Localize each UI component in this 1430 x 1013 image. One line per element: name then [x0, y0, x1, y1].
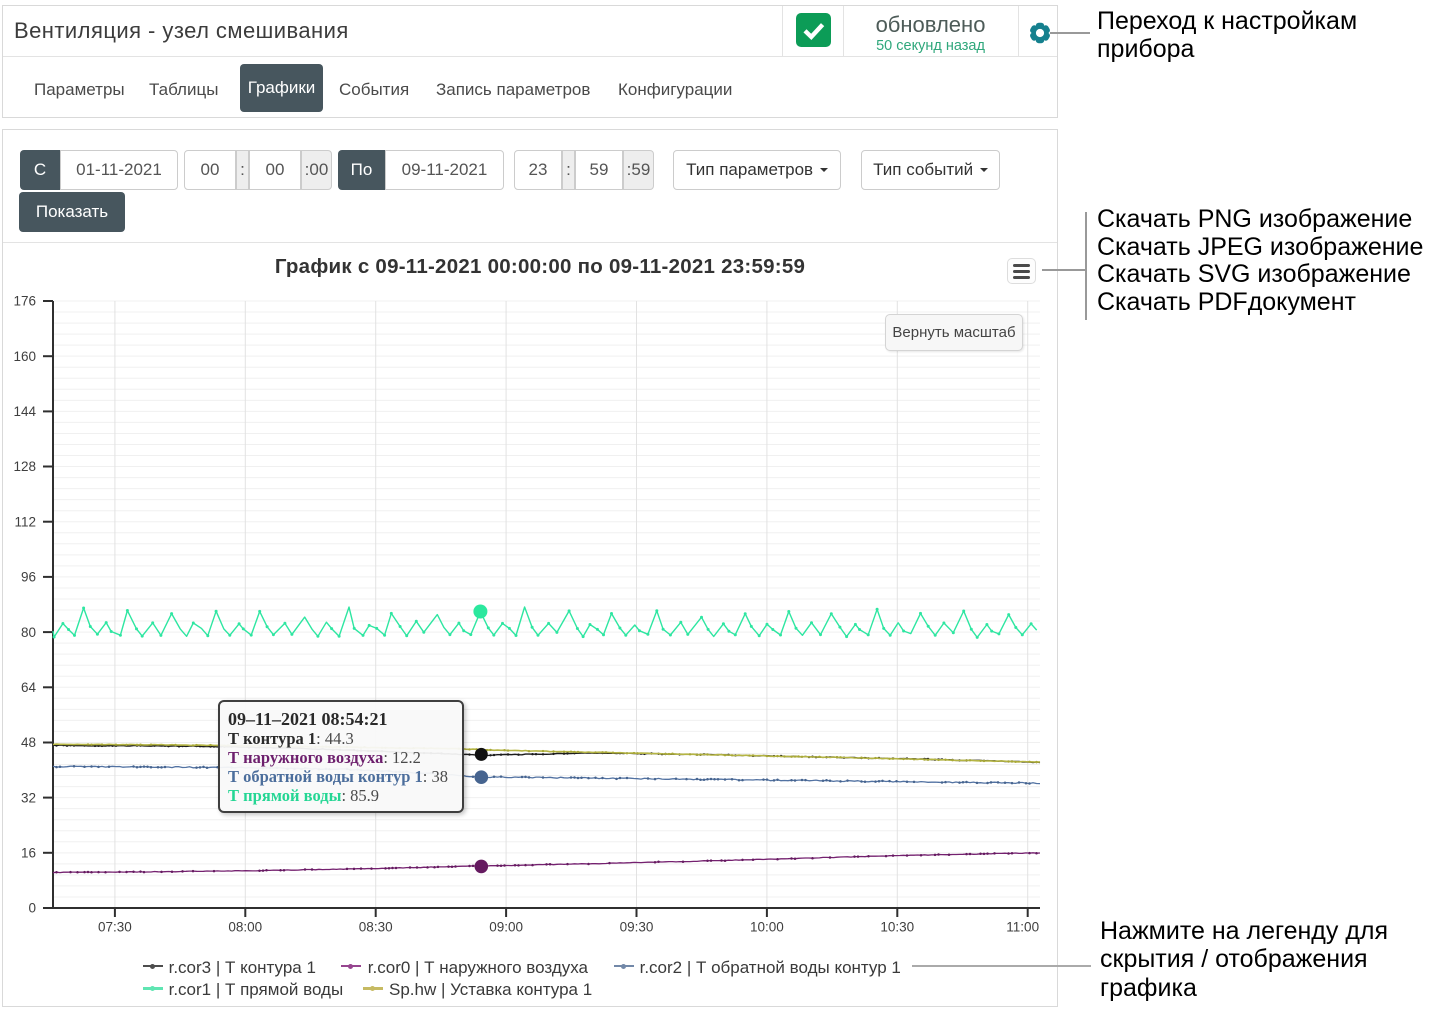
- svg-text:48: 48: [21, 735, 36, 750]
- svg-text:07:30: 07:30: [98, 920, 132, 935]
- svg-text:09:30: 09:30: [620, 920, 654, 935]
- svg-text:96: 96: [21, 570, 36, 585]
- svg-text:128: 128: [13, 459, 36, 474]
- svg-text:08:00: 08:00: [228, 920, 262, 935]
- svg-text:64: 64: [21, 680, 37, 695]
- svg-text:80: 80: [21, 625, 36, 640]
- svg-text:16: 16: [21, 846, 36, 861]
- svg-text:11:00: 11:00: [1006, 920, 1039, 935]
- svg-text:10:30: 10:30: [880, 920, 914, 935]
- svg-text:0: 0: [28, 901, 36, 916]
- svg-text:144: 144: [13, 404, 36, 419]
- svg-text:176: 176: [13, 294, 36, 309]
- svg-text:10:00: 10:00: [750, 920, 784, 935]
- svg-text:160: 160: [13, 349, 36, 364]
- svg-text:112: 112: [14, 514, 36, 529]
- svg-text:09:00: 09:00: [489, 920, 523, 935]
- svg-text:32: 32: [21, 790, 36, 805]
- svg-text:08:30: 08:30: [359, 920, 393, 935]
